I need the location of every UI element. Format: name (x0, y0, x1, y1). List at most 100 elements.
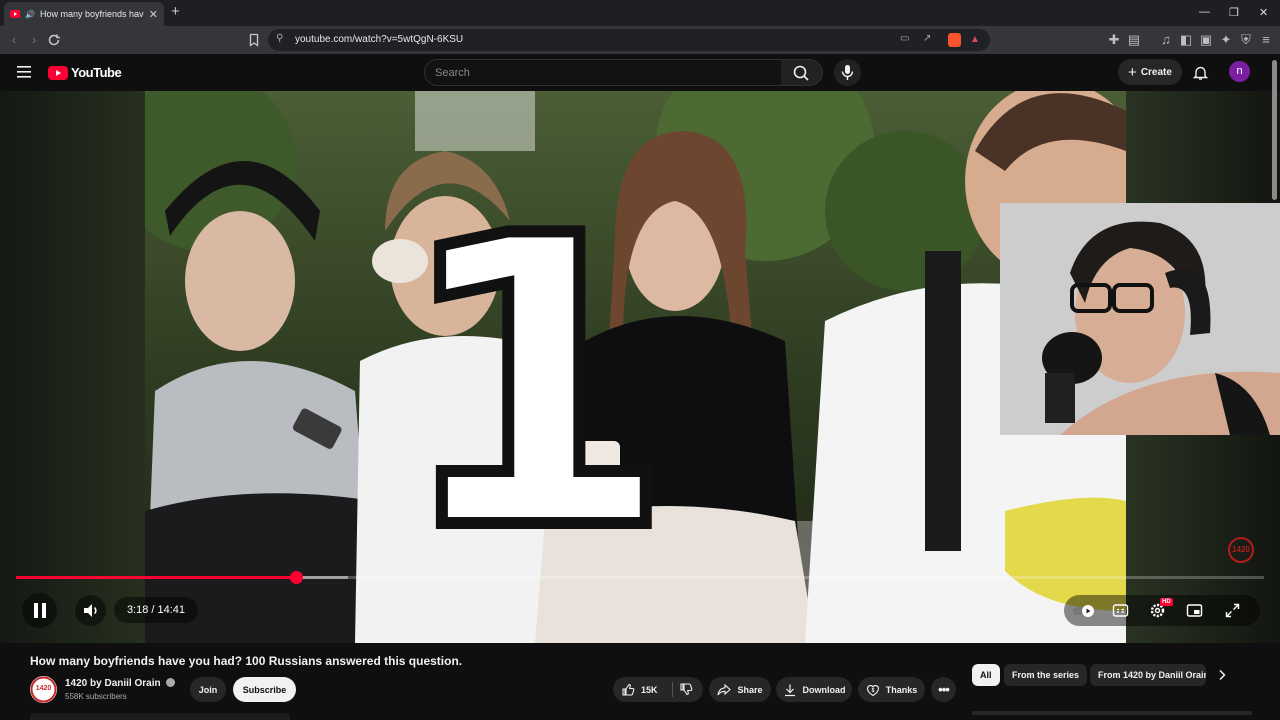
site-settings-icon[interactable]: ⚲ (276, 33, 283, 44)
browser-tab[interactable]: 🔊 How many boyfriends have yo ✕ (4, 2, 164, 26)
progress-bar[interactable] (16, 576, 1264, 579)
video-info: How many boyfriends have you had? 100 Ru… (0, 643, 1280, 720)
channel-watermark[interactable]: 1420 (1228, 537, 1254, 563)
like-divider (672, 682, 673, 697)
time-display: 3:18 / 14:41 (114, 597, 198, 623)
bookmark-icon[interactable] (246, 32, 262, 48)
create-button[interactable]: + Create (1118, 59, 1182, 85)
tab-close-icon[interactable]: ✕ (149, 8, 158, 21)
video-frame[interactable]: 1 (145, 91, 1126, 643)
extensions-icon[interactable]: ✚ (1106, 32, 1122, 48)
youtube-favicon-icon (10, 10, 20, 18)
miniplayer-button[interactable] (1186, 602, 1203, 619)
address-bar[interactable]: ⚲ youtube.com/watch?v=5wtQgN-6KSU ▭ ↗ ▲ (268, 29, 990, 51)
hd-badge: HD (1160, 598, 1173, 606)
page-scrollbar[interactable] (1272, 60, 1277, 200)
thanks-button[interactable]: $ Thanks (858, 677, 925, 702)
channel-avatar-text: 1420 (35, 685, 52, 692)
fullscreen-button[interactable] (1224, 602, 1241, 619)
captions-icon (1112, 604, 1129, 617)
audio-icon[interactable]: 🔊 (25, 10, 35, 19)
like-button[interactable]: 15K (621, 683, 658, 697)
share-icon (717, 683, 732, 695)
share-button[interactable]: Share (709, 677, 771, 702)
youtube-logo[interactable]: YouTube (48, 65, 122, 80)
overlay-number: 1 (389, 153, 679, 618)
chevron-right-icon (1219, 669, 1226, 681)
minimize-icon[interactable]: — (1199, 6, 1210, 18)
verified-icon (166, 678, 176, 687)
dislike-button[interactable] (679, 682, 693, 696)
dislike-icon (680, 683, 693, 696)
new-tab-button[interactable]: + (171, 4, 180, 20)
join-button[interactable]: Join (190, 677, 226, 702)
subscriber-count: 558K subscribers (65, 692, 127, 701)
close-window-icon[interactable]: ✕ (1259, 6, 1268, 19)
autoplay-toggle[interactable] (1072, 603, 1096, 619)
cast-icon[interactable]: ▭ (900, 33, 909, 44)
mic-icon (841, 65, 854, 80)
vpn-icon[interactable]: ⛨ (1238, 32, 1254, 48)
search-placeholder: Search (435, 67, 470, 79)
reload-icon[interactable] (46, 32, 62, 48)
chip-all[interactable]: All (972, 664, 1000, 686)
account-avatar[interactable]: n (1229, 61, 1250, 82)
player-side-blur-left (0, 91, 145, 643)
chip-from-series[interactable]: From the series (1004, 664, 1088, 686)
captions-button[interactable] (1112, 602, 1129, 619)
download-icon (784, 684, 795, 696)
bell-icon[interactable] (1192, 64, 1209, 81)
browser-tab-bar: 🔊 How many boyfriends have yo ✕ + — ❐ ✕ (0, 0, 1280, 26)
miniplayer-icon (1186, 604, 1203, 617)
reading-list-icon[interactable]: ▤ (1126, 32, 1142, 48)
sidebar-icon[interactable]: ◧ (1178, 32, 1194, 48)
fullscreen-icon (1225, 603, 1240, 618)
wallet-icon[interactable]: ▣ (1198, 32, 1214, 48)
forward-icon[interactable]: › (26, 32, 42, 48)
menu-icon[interactable] (16, 65, 32, 79)
restore-icon[interactable]: ❐ (1229, 6, 1239, 19)
chips-next-button[interactable] (1214, 667, 1230, 683)
channel-name-text: 1420 by Daniil Orain (65, 678, 161, 689)
subscribe-label: Subscribe (242, 684, 287, 695)
pause-icon (34, 603, 46, 618)
autoplay-icon (1073, 605, 1094, 617)
search-icon (793, 65, 809, 81)
brave-rewards-icon[interactable]: ▲ (970, 34, 980, 45)
video-player[interactable]: 1 1420 3:18 / 14:41 HD (0, 91, 1280, 643)
thanks-icon: $ (866, 684, 879, 696)
url-text: youtube.com/watch?v=5wtQgN-6KSU (295, 34, 464, 45)
volume-button[interactable] (75, 595, 106, 626)
media-icon[interactable]: ♫ (1158, 32, 1174, 48)
leo-ai-icon[interactable]: ✦ (1218, 32, 1234, 48)
chip-from-channel[interactable]: From 1420 by Daniil Orain (1090, 664, 1206, 686)
like-dislike-group: 15K (613, 677, 703, 702)
youtube-logo-icon (48, 65, 68, 80)
brave-shields-icon[interactable] (948, 33, 961, 47)
back-icon[interactable]: ‹ (6, 32, 22, 48)
subscribe-button[interactable]: Subscribe (233, 677, 296, 702)
pause-button[interactable] (22, 593, 57, 628)
share-page-icon[interactable]: ↗ (923, 33, 931, 44)
webcam-scene (1000, 203, 1280, 435)
more-actions-button[interactable]: ••• (931, 677, 956, 702)
video-title: How many boyfriends have you had? 100 Ru… (30, 654, 463, 668)
browser-menu-icon[interactable]: ≡ (1258, 32, 1274, 48)
like-icon (622, 683, 635, 696)
youtube-masthead: YouTube Search + Create n (0, 54, 1280, 91)
streamer-webcam (1000, 203, 1280, 435)
like-count: 15K (641, 684, 658, 695)
recommendation-preview (972, 711, 1252, 715)
download-button[interactable]: Download (776, 677, 852, 702)
more-icon: ••• (938, 682, 950, 697)
voice-search-button[interactable] (834, 59, 861, 86)
progress-played (16, 576, 297, 579)
thanks-label: Thanks (885, 684, 918, 695)
search-input[interactable]: Search (424, 59, 782, 86)
channel-avatar[interactable]: 1420 (30, 676, 57, 703)
browser-toolbar: ‹ › ⚲ youtube.com/watch?v=5wtQgN-6KSU ▭ … (0, 26, 1280, 54)
download-label: Download (802, 684, 846, 695)
channel-name[interactable]: 1420 by Daniil Orain (65, 678, 176, 689)
search-button[interactable] (781, 59, 823, 86)
description-box-edge (30, 713, 290, 720)
